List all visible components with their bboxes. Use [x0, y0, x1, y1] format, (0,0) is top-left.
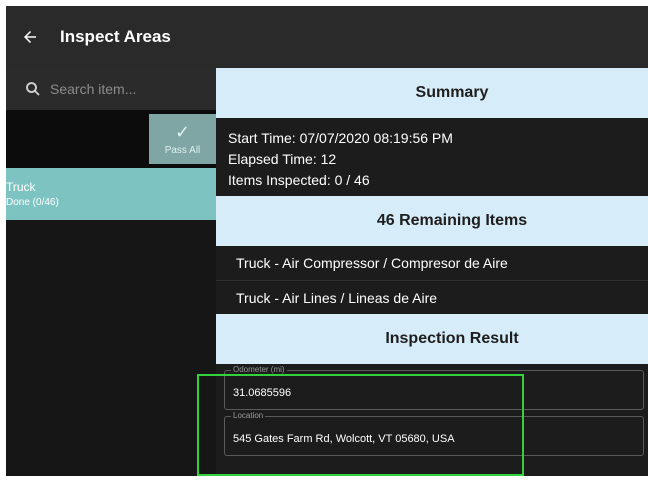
items-inspected: Items Inspected: 0 / 46 — [228, 172, 370, 188]
odometer-label: Odometer (mi) — [231, 365, 287, 374]
page-title: Inspect Areas — [60, 27, 171, 46]
odometer-field: Odometer (mi) — [224, 365, 644, 410]
list-item[interactable]: Truck - Air Compressor / Compresor de Ai… — [216, 246, 648, 280]
remaining-items-title: 46 Remaining Items — [376, 212, 528, 229]
search-bar — [6, 68, 216, 110]
remaining-items-header: 46 Remaining Items — [216, 196, 648, 246]
summary-body: Start Time: 07/07/2020 08:19:56 PM Elaps… — [216, 118, 648, 196]
inspection-result-header: Inspection Result — [216, 314, 648, 364]
odometer-input[interactable] — [233, 387, 633, 399]
start-time: Start Time: 07/07/2020 08:19:56 PM — [228, 130, 453, 146]
app-screen: Inspect Areas ✓ Pass All Truck Done (0/4… — [6, 6, 648, 476]
inspection-result-title: Inspection Result — [385, 330, 519, 347]
summary-title: Summary — [415, 84, 489, 101]
summary-header: Summary — [216, 68, 648, 118]
search-input[interactable] — [50, 81, 200, 97]
arrow-left-icon — [24, 31, 36, 43]
location-field: Location — [224, 411, 644, 456]
pass-all-button[interactable]: ✓ Pass All — [149, 114, 216, 164]
inspection-panel: Summary Start Time: 07/07/2020 08:19:56 … — [216, 68, 648, 476]
location-label: Location — [231, 411, 266, 420]
location-input[interactable] — [233, 433, 633, 445]
area-toolbar: ✓ Pass All — [6, 110, 216, 168]
area-status: Done (0/46) — [6, 197, 59, 208]
areas-panel: ✓ Pass All Truck Done (0/46) — [6, 68, 216, 476]
area-name: Truck — [6, 180, 36, 194]
search-icon — [26, 82, 40, 96]
check-icon: ✓ — [174, 121, 191, 142]
area-item-truck[interactable]: Truck Done (0/46) — [6, 168, 216, 220]
pass-all-label: Pass All — [164, 144, 201, 156]
top-app-bar: Inspect Areas — [6, 6, 648, 68]
back-button[interactable] — [6, 6, 54, 68]
elapsed-time: Elapsed Time: 12 — [228, 151, 337, 167]
list-item[interactable]: Truck - Air Lines / Lineas de Aire — [216, 280, 648, 314]
